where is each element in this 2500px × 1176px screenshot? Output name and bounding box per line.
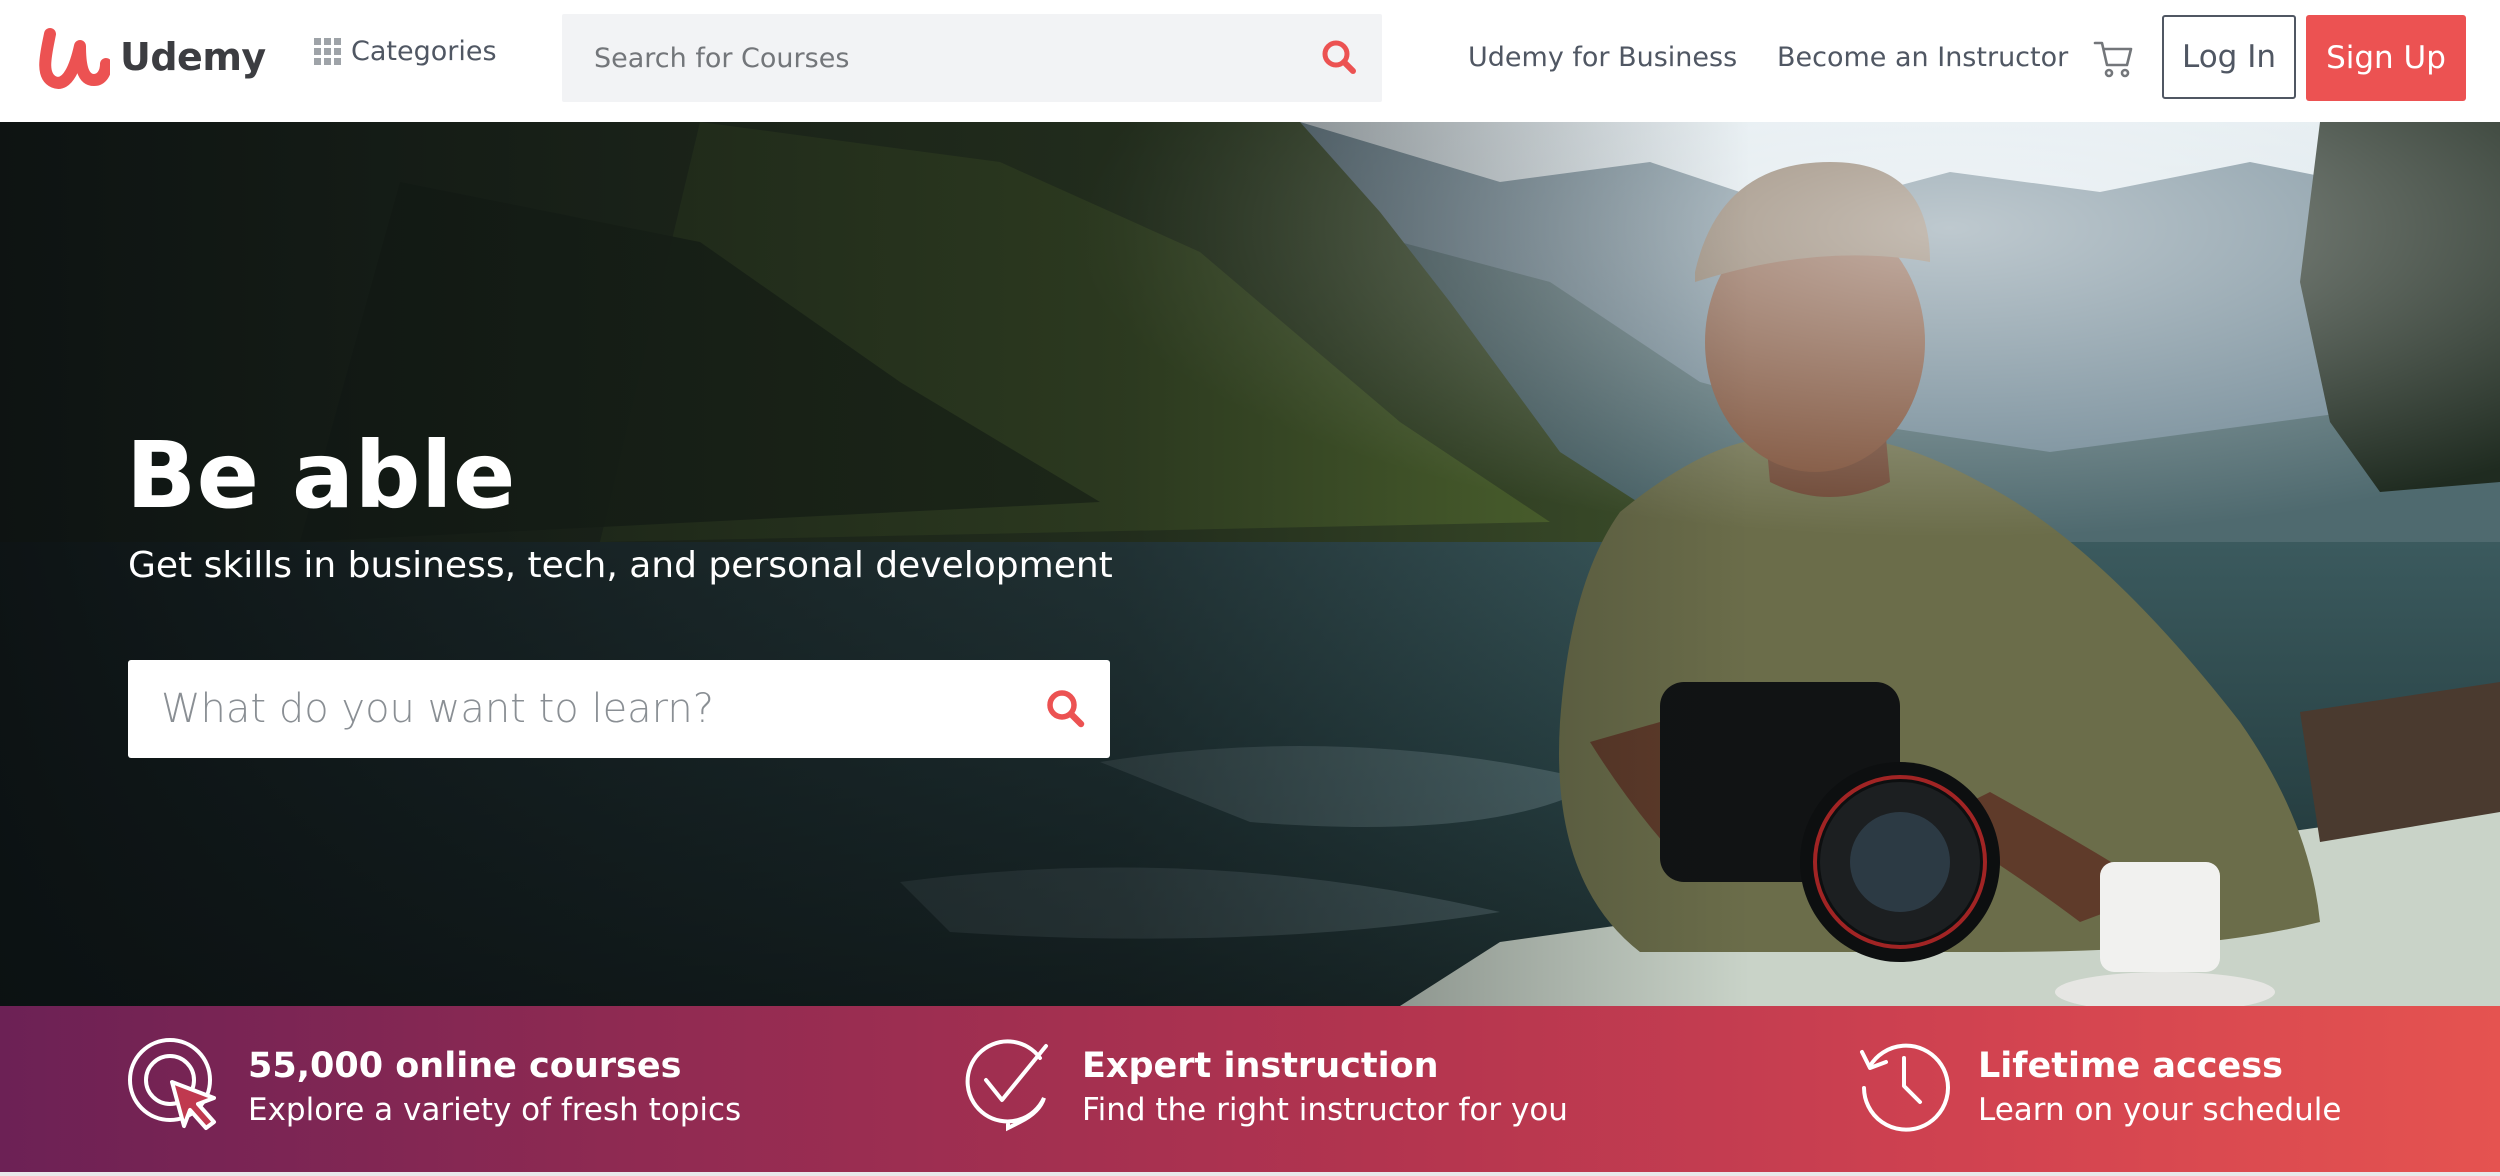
hero-search-input[interactable] <box>128 660 1008 758</box>
value-prop-lifetime: Lifetime access Learn on your schedule <box>1856 1036 2341 1132</box>
udemy-logo-icon <box>39 28 110 89</box>
value-prop-description: Learn on your schedule <box>1978 1092 2342 1128</box>
hero-search <box>128 660 1110 758</box>
become-instructor-link[interactable]: Become an Instructor <box>1777 42 2068 73</box>
search-icon[interactable] <box>1320 38 1360 78</box>
search-icon[interactable] <box>1044 687 1088 731</box>
udemy-logo[interactable]: Udemy <box>36 22 266 92</box>
value-props-strip: 55,000 online courses Explore a variety … <box>0 1006 2500 1172</box>
categories-menu[interactable]: Categories <box>314 36 497 67</box>
shopping-cart-icon[interactable] <box>2092 36 2136 80</box>
value-prop-description: Explore a variety of fresh topics <box>248 1092 742 1128</box>
top-navbar: Udemy Categories Udemy for Business Beco… <box>0 0 2500 123</box>
value-prop-title: 55,000 online courses <box>248 1046 682 1086</box>
udemy-for-business-link[interactable]: Udemy for Business <box>1468 42 1737 73</box>
value-prop-description: Find the right instructor for you <box>1082 1092 1568 1128</box>
logo-text: Udemy <box>120 35 266 79</box>
header-search-input[interactable] <box>562 14 1302 102</box>
log-in-button[interactable]: Log In <box>2162 15 2296 99</box>
categories-label: Categories <box>351 36 497 67</box>
hero-title: Be able <box>126 422 516 529</box>
page-divider <box>0 1172 2500 1176</box>
value-prop-title: Expert instruction <box>1082 1046 1439 1086</box>
value-prop-title: Lifetime access <box>1978 1046 2283 1086</box>
cursor-click-icon <box>128 1038 216 1130</box>
header-search <box>562 14 1382 102</box>
value-prop-instruction: Expert instruction Find the right instru… <box>960 1036 1568 1132</box>
value-prop-courses: 55,000 online courses Explore a variety … <box>126 1036 741 1132</box>
sign-up-button[interactable]: Sign Up <box>2306 15 2466 101</box>
check-badge-icon <box>965 1039 1048 1132</box>
hero-subtitle: Get skills in business, tech, and person… <box>128 545 1113 586</box>
hero-banner: Be able Get skills in business, tech, an… <box>0 122 2500 1006</box>
grid-icon <box>314 38 341 65</box>
clock-history-icon <box>1860 1043 1950 1132</box>
